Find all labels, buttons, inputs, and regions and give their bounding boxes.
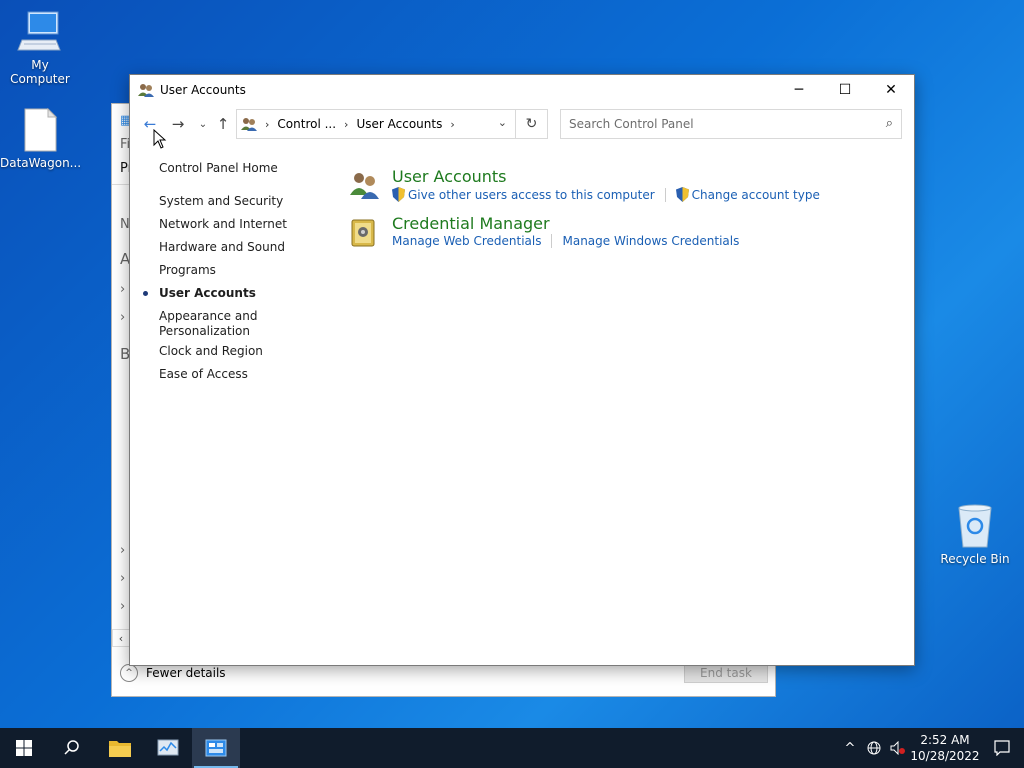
clock[interactable]: 2:52 AM 10/28/2022: [910, 732, 980, 764]
credential-manager-icon[interactable]: [348, 216, 380, 248]
notifications-button[interactable]: [980, 740, 1024, 756]
nav-ease-of-access[interactable]: Ease of Access: [159, 367, 309, 382]
recent-locations-button[interactable]: ⌄: [193, 114, 213, 134]
address-bar[interactable]: › Control ... › User Accounts › ⌄ ↻: [236, 109, 548, 139]
volume-muted-icon[interactable]: [886, 741, 910, 755]
user-accounts-icon[interactable]: [348, 169, 380, 201]
desktop-icon-label: My Computer: [10, 58, 70, 86]
computer-icon: [16, 10, 64, 54]
breadcrumb-user-accounts[interactable]: User Accounts: [356, 117, 442, 131]
active-bullet: [143, 291, 148, 296]
change-account-type-link[interactable]: Change account type: [675, 187, 820, 202]
desktop-icon-recycle-bin[interactable]: Recycle Bin: [935, 504, 1015, 566]
scroll-left-button[interactable]: ‹: [112, 629, 130, 647]
desktop-icon-label: DataWagon...: [0, 156, 82, 170]
credential-manager-links: Manage Web Credentials Manage Windows Cr…: [392, 234, 739, 248]
taskmgr-divider: [112, 184, 130, 185]
task-manager-icon: [157, 739, 179, 756]
up-button[interactable]: ↑: [213, 114, 233, 134]
clock-date: 10/28/2022: [910, 749, 980, 763]
close-icon: ✕: [885, 82, 897, 98]
file-icon: [16, 107, 64, 152]
nav-network-and-internet[interactable]: Network and Internet: [159, 217, 309, 232]
taskbar: ^ 2:52 AM 10/28/2022: [0, 728, 1024, 768]
user-accounts-window[interactable]: User Accounts ─ ☐ ✕ ← → ⌄ ↑ › Control ..…: [129, 74, 915, 666]
nav-hardware-and-sound[interactable]: Hardware and Sound: [159, 240, 309, 255]
task-manager-taskbar-button[interactable]: [144, 728, 192, 768]
minimize-button[interactable]: ─: [776, 75, 822, 105]
nav-clock-and-region[interactable]: Clock and Region: [159, 344, 309, 359]
desktop-icon-my-computer[interactable]: My Computer: [0, 10, 80, 86]
breadcrumb-control-panel[interactable]: Control ...: [277, 117, 336, 131]
uac-shield-icon: [675, 187, 689, 202]
nav-control-panel-home[interactable]: Control Panel Home: [159, 161, 309, 176]
search-box[interactable]: ⌕: [560, 109, 902, 139]
search-taskbar-button[interactable]: [48, 728, 96, 768]
windows-logo-icon: [16, 740, 32, 756]
mouse-cursor-icon: [153, 129, 167, 149]
fewer-details-button[interactable]: ^ Fewer details: [120, 664, 226, 682]
chevron-right-icon[interactable]: ›: [120, 282, 125, 297]
close-button[interactable]: ✕: [868, 75, 914, 105]
give-access-link[interactable]: Give other users access to this computer: [392, 187, 655, 202]
user-accounts-heading[interactable]: User Accounts: [392, 167, 507, 186]
control-panel-icon: [205, 739, 227, 757]
system-tray: ^ 2:52 AM 10/28/2022: [838, 728, 1024, 768]
give-access-label: Give other users access to this computer: [408, 187, 655, 202]
user-accounts-links: Give other users access to this computer…: [392, 187, 820, 202]
chevron-right-icon[interactable]: ›: [120, 543, 125, 558]
nav-programs[interactable]: Programs: [159, 263, 309, 278]
control-panel-icon: [241, 116, 257, 132]
users-icon: [138, 82, 154, 98]
search-icon[interactable]: ⌕: [886, 116, 893, 131]
manage-windows-credentials-link[interactable]: Manage Windows Credentials: [562, 234, 739, 248]
refresh-button[interactable]: ↻: [515, 110, 547, 138]
credential-manager-heading[interactable]: Credential Manager: [392, 214, 550, 233]
chevron-right-icon[interactable]: ›: [120, 599, 125, 614]
address-dropdown-icon[interactable]: ⌄: [498, 116, 507, 129]
network-icon[interactable]: [862, 741, 886, 755]
chevron-right-icon[interactable]: ›: [120, 571, 125, 586]
nav-appearance-and-personalization[interactable]: Appearance and Personalization: [159, 309, 269, 339]
start-button[interactable]: [0, 728, 48, 768]
fewer-details-label: Fewer details: [146, 666, 226, 680]
recycle-bin-icon: [951, 504, 999, 548]
end-task-button[interactable]: End task: [684, 663, 768, 683]
chevron-up-icon[interactable]: ^: [838, 741, 862, 756]
desktop-icon-datawagon[interactable]: DataWagon...: [0, 107, 82, 170]
maximize-button[interactable]: ☐: [822, 75, 868, 105]
notification-icon: [994, 740, 1010, 756]
search-input[interactable]: [569, 117, 869, 131]
nav-system-and-security[interactable]: System and Security: [159, 194, 309, 209]
file-explorer-taskbar-button[interactable]: [96, 728, 144, 768]
title-bar[interactable]: User Accounts ─ ☐ ✕: [130, 75, 914, 105]
maximize-icon: ☐: [838, 82, 852, 98]
clock-time: 2:52 AM: [920, 733, 970, 747]
desktop-icon-label: Recycle Bin: [940, 552, 1010, 566]
nav-user-accounts[interactable]: User Accounts: [159, 286, 309, 301]
window-title: User Accounts: [160, 83, 246, 97]
chevron-up-icon: ^: [120, 664, 138, 682]
control-panel-taskbar-button[interactable]: [192, 728, 240, 768]
link-divider: [664, 187, 666, 202]
chevron-right-icon[interactable]: ›: [120, 310, 125, 325]
change-account-type-label: Change account type: [691, 187, 820, 202]
breadcrumb-chevron-icon[interactable]: ›: [265, 118, 269, 131]
search-icon: [64, 740, 79, 755]
breadcrumb-chevron-icon[interactable]: ›: [450, 118, 454, 131]
link-divider: [551, 234, 553, 248]
folder-icon: [109, 741, 131, 757]
minimize-icon: ─: [794, 82, 804, 98]
breadcrumb-chevron-icon[interactable]: ›: [344, 118, 348, 131]
forward-button[interactable]: →: [168, 114, 188, 134]
manage-web-credentials-link[interactable]: Manage Web Credentials: [392, 234, 541, 248]
uac-shield-icon: [392, 187, 405, 202]
